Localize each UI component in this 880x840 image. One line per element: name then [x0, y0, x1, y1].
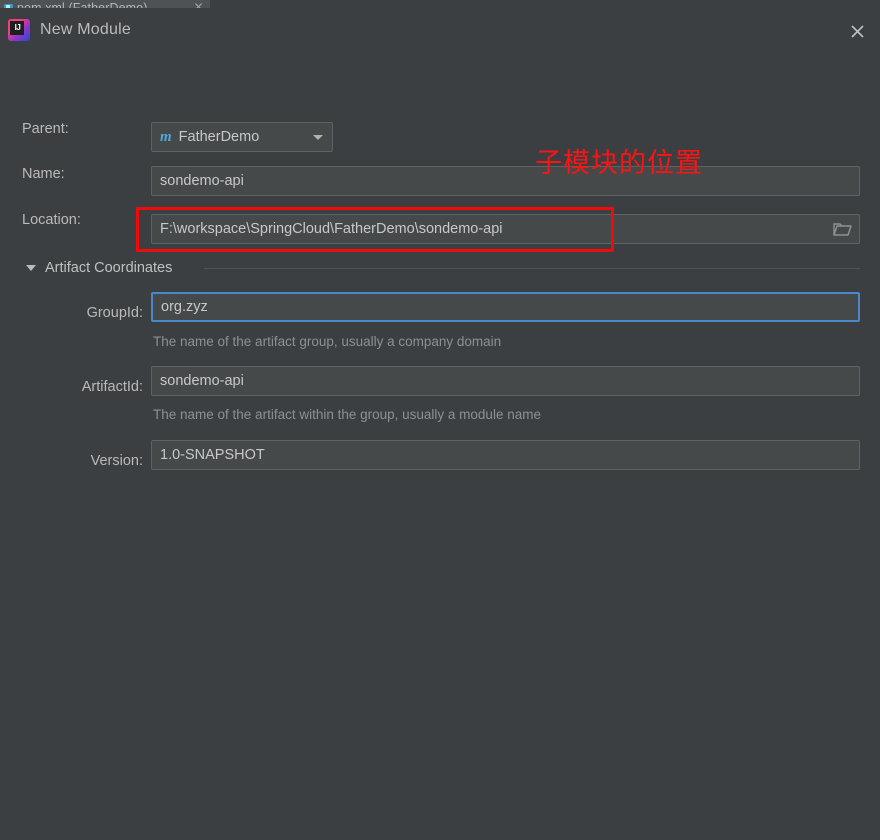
- annotation-text: 子模块的位置: [535, 148, 703, 179]
- close-icon[interactable]: [844, 18, 870, 44]
- section-divider: [204, 268, 860, 269]
- artifact-coordinates-section-header[interactable]: Artifact Coordinates: [26, 258, 172, 278]
- dialog-title: New Module: [40, 21, 131, 38]
- dialog-title-bar: New Module: [0, 8, 880, 52]
- location-field-wrapper: F:\workspace\SpringCloud\FatherDemo\sond…: [151, 214, 860, 244]
- maven-module-icon: m: [160, 129, 172, 145]
- parent-module-dropdown[interactable]: m FatherDemo: [151, 122, 333, 152]
- name-row: Name:: [22, 159, 148, 189]
- chevron-down-icon: [313, 135, 323, 140]
- location-label: Location:: [22, 212, 81, 228]
- artifact-id-input[interactable]: sondemo-api: [151, 366, 860, 396]
- parent-label: Parent:: [22, 121, 69, 137]
- artifact-id-label: ArtifactId:: [81, 379, 143, 395]
- artifact-id-hint: The name of the artifact within the grou…: [153, 407, 541, 422]
- version-label: Version:: [90, 453, 143, 469]
- name-input[interactable]: sondemo-api: [151, 166, 860, 196]
- location-input[interactable]: F:\workspace\SpringCloud\FatherDemo\sond…: [151, 214, 860, 244]
- parent-module-value: FatherDemo: [178, 129, 260, 145]
- artifact-id-input-value: sondemo-api: [160, 373, 244, 389]
- group-id-row: GroupId:: [0, 298, 143, 328]
- screenshot-root: pom.xml (FatherDemo) ✕ New Module Parent…: [0, 0, 880, 840]
- version-input[interactable]: 1.0-SNAPSHOT: [151, 440, 860, 470]
- location-input-value: F:\workspace\SpringCloud\FatherDemo\sond…: [160, 221, 503, 237]
- artifact-id-row: ArtifactId:: [0, 372, 143, 402]
- parent-row: Parent:: [22, 114, 148, 144]
- artifact-coordinates-label: Artifact Coordinates: [45, 260, 173, 276]
- version-row: Version:: [0, 446, 143, 476]
- group-id-label: GroupId:: [86, 305, 143, 321]
- group-id-input[interactable]: org.zyz: [151, 292, 860, 322]
- intellij-idea-icon: [8, 19, 30, 41]
- new-module-dialog: New Module Parent: m FatherDemo Name:: [0, 8, 880, 840]
- name-label: Name:: [22, 166, 65, 182]
- triangle-down-icon: [26, 265, 36, 271]
- group-id-hint: The name of the artifact group, usually …: [153, 334, 502, 349]
- version-input-value: 1.0-SNAPSHOT: [160, 447, 265, 463]
- name-input-value: sondemo-api: [160, 173, 244, 189]
- folder-icon[interactable]: [824, 214, 860, 244]
- dialog-footer: Previous Finish Cancel CSDN @菜鸟---程序员: [0, 780, 880, 840]
- location-row: Location:: [22, 205, 148, 235]
- group-id-input-value: org.zyz: [161, 299, 208, 315]
